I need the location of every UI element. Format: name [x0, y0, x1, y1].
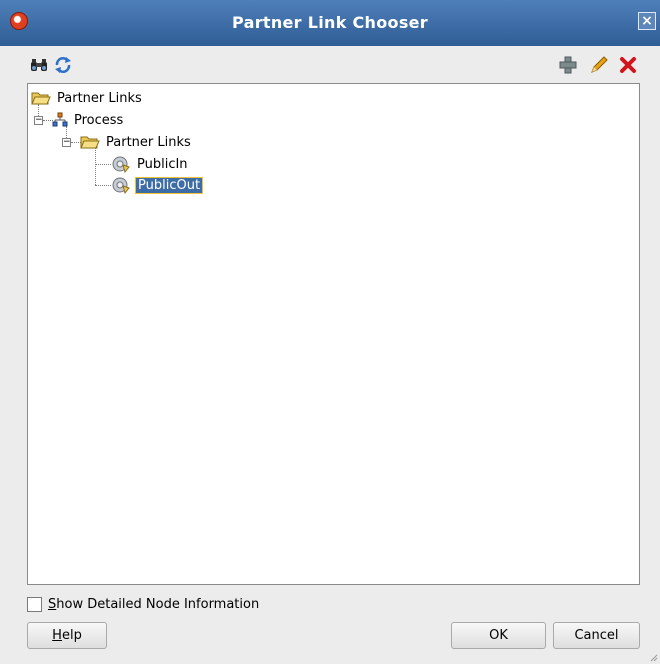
- cancel-button[interactable]: Cancel: [553, 622, 640, 649]
- toolbar: [0, 46, 660, 82]
- folder-open-icon: [31, 92, 51, 105]
- window-title: Partner Link Chooser: [232, 13, 428, 32]
- plus-icon[interactable]: [557, 54, 579, 76]
- title-bar: Partner Link Chooser ×: [0, 0, 660, 46]
- tree-node-label: Process: [74, 112, 124, 128]
- resize-grip-icon[interactable]: [650, 654, 658, 662]
- tree-node-label: Partner Links: [106, 134, 191, 150]
- tree-node-root[interactable]: Partner Links: [31, 89, 142, 107]
- tree-node-publicin[interactable]: PublicIn: [111, 155, 188, 173]
- help-button[interactable]: Help: [27, 622, 107, 649]
- partner-link-tree[interactable]: Partner Links − Process − Partner Links: [27, 83, 640, 585]
- tree-node-partner-links[interactable]: Partner Links: [80, 133, 191, 151]
- tree-node-publicout[interactable]: PublicOut: [111, 176, 204, 194]
- folder-open-icon: [80, 136, 100, 149]
- show-detailed-label: Show Detailed Node Information: [48, 596, 260, 612]
- pencil-icon[interactable]: [588, 54, 610, 76]
- collapse-toggle-icon[interactable]: −: [62, 138, 71, 147]
- x-icon[interactable]: [617, 54, 639, 76]
- ok-button[interactable]: OK: [451, 622, 546, 649]
- tree-node-label: Partner Links: [57, 90, 142, 106]
- tree-node-label: PublicOut: [135, 176, 204, 194]
- binoculars-icon[interactable]: [28, 54, 50, 76]
- show-detailed-option[interactable]: Show Detailed Node Information: [27, 594, 259, 614]
- partner-link-icon: [112, 156, 130, 173]
- tree-node-label: PublicIn: [137, 156, 188, 172]
- collapse-toggle-icon[interactable]: −: [34, 116, 43, 125]
- process-icon: [52, 112, 68, 127]
- show-detailed-checkbox[interactable]: [27, 596, 42, 612]
- partner-link-icon: [112, 177, 130, 194]
- close-icon[interactable]: ×: [638, 12, 656, 30]
- tree-node-process[interactable]: Process: [52, 111, 123, 129]
- refresh-icon[interactable]: [52, 54, 74, 76]
